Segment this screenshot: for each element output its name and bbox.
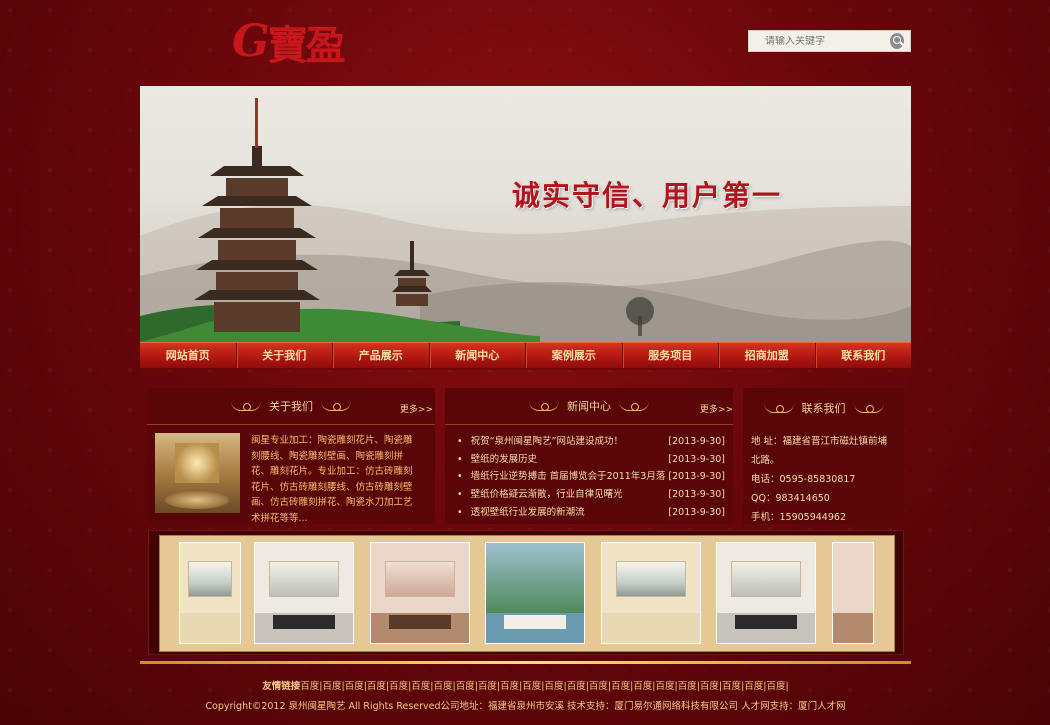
gallery-thumb[interactable] [370, 542, 470, 644]
news-item-date: [2013-9-30] [668, 489, 725, 501]
news-more-link[interactable]: 更多>> [700, 402, 733, 415]
news-item-date: [2013-9-30] [668, 436, 725, 447]
hero-banner: 诚实守信、用户第一 [140, 86, 911, 342]
footer-divider [140, 661, 911, 664]
gallery-thumb[interactable] [601, 542, 701, 644]
contact-header: 联系我们 [743, 388, 904, 428]
contact-info: 地 址：福建省晋江市磁灶镇前埔北路。 电话：0595-85830817 QQ：9… [743, 428, 904, 527]
flourish-icon [529, 401, 559, 411]
about-title: 关于我们 [269, 400, 313, 413]
news-item-title[interactable]: 壁纸价格疑云渐散，行业自律见曙光 [457, 486, 623, 504]
gallery-thumb[interactable] [716, 542, 816, 644]
gallery-thumb[interactable] [179, 542, 241, 644]
logo-letter: G [232, 16, 270, 67]
nav-about[interactable]: 关于我们 [237, 343, 333, 368]
gallery-thumb[interactable] [485, 542, 585, 644]
friend-links-list[interactable]: 百度|百度|百度|百度|百度|百度|百度|百度|百度|百度|百度|百度|百度|百… [300, 681, 788, 692]
friend-links-label: 友情链接 [262, 681, 301, 692]
about-text: 闽星专业加工：陶瓷雕刻花片、陶瓷雕刻腰线、陶瓷雕刻壁画、陶瓷雕刻拼花、雕刻花片。… [251, 435, 413, 524]
gallery-thumb[interactable] [832, 542, 874, 644]
divider [147, 424, 435, 425]
nav-home[interactable]: 网站首页 [140, 343, 237, 368]
flourish-icon [231, 401, 261, 411]
contact-mobile: 手机：15905944962 [751, 512, 846, 523]
news-item-date: [2013-9-30] [668, 453, 725, 465]
gallery-strip [159, 535, 895, 652]
news-item-title[interactable]: 壁纸的发展历史 [457, 451, 538, 469]
flourish-icon [853, 403, 884, 413]
contact-panel: 联系我们 地 址：福建省晋江市磁灶镇前埔北路。 电话：0595-85830817… [743, 388, 904, 524]
news-item-title[interactable]: 透视壁纸行业发展的新潮流 [457, 504, 585, 522]
product-gallery [148, 530, 904, 655]
nav-contact[interactable]: 联系我们 [816, 343, 912, 368]
nav-franchise[interactable]: 招商加盟 [719, 343, 816, 368]
nav-cases[interactable]: 案例展示 [526, 343, 623, 368]
flourish-icon [619, 401, 649, 411]
contact-qq: QQ：983414650 [751, 493, 830, 504]
about-image[interactable] [155, 433, 240, 513]
nav-services[interactable]: 服务项目 [623, 343, 719, 368]
news-item[interactable]: 壁纸的发展历史 [2013-9-30] [457, 451, 725, 469]
copyright: Copyright©2012 泉州闽星陶艺 All Rights Reserve… [205, 701, 846, 712]
news-list: 祝贺“泉州闽星陶艺”网站建设成功！ [2013-9-30] 壁纸的发展历史 [201… [445, 433, 733, 522]
gallery-thumb[interactable] [254, 542, 354, 644]
banner-scenery [140, 98, 911, 342]
news-panel: 新闻中心 更多>> 祝贺“泉州闽星陶艺”网站建设成功！ [2013-9-30] 壁… [445, 388, 733, 524]
nav-products[interactable]: 产品展示 [333, 343, 430, 368]
news-header: 新闻中心 更多>> [445, 388, 733, 424]
contact-title: 联系我们 [801, 402, 846, 415]
contact-address: 地 址：福建省晋江市磁灶镇前埔北路。 [751, 436, 888, 466]
about-panel: 关于我们 更多>> 闽星专业加工：陶瓷雕刻花片、陶瓷雕刻腰线、陶瓷雕刻壁画、陶瓷… [147, 388, 435, 524]
flourish-icon [763, 403, 794, 413]
divider [445, 424, 733, 425]
news-item-date: [2013-9-30] [668, 506, 725, 518]
flourish-icon [321, 401, 351, 411]
news-item-date: [2013-9-30] [668, 471, 725, 483]
news-title: 新闻中心 [567, 400, 611, 413]
news-item-title[interactable]: 祝贺“泉州闽星陶艺”网站建设成功！ [457, 433, 623, 451]
news-item[interactable]: 祝贺“泉州闽星陶艺”网站建设成功！ [2013-9-30] [457, 433, 725, 451]
news-item[interactable]: 透视壁纸行业发展的新潮流 [2013-9-30] [457, 504, 725, 522]
search-icon[interactable] [890, 33, 904, 49]
news-item[interactable]: 壁纸价格疑云渐散，行业自律见曙光 [2013-9-30] [457, 486, 725, 504]
search-box [748, 30, 911, 52]
main-nav: 网站首页 关于我们 产品展示 新闻中心 案例展示 服务项目 招商加盟 联系我们 [140, 342, 911, 370]
news-item[interactable]: 墙纸行业逆势搏击 首届博览会于2011年3月落[2013-9-30] [457, 468, 725, 486]
about-header: 关于我们 更多>> [147, 388, 435, 424]
friend-links: 友情链接百度|百度|百度|百度|百度|百度|百度|百度|百度|百度|百度|百度|… [140, 678, 911, 692]
search-input[interactable] [749, 35, 890, 47]
news-item-title[interactable]: 墙纸行业逆势搏击 首届博览会于2011年3月落 [457, 468, 666, 486]
logo-chinese: 寶盈 [267, 22, 346, 69]
contact-phone: 电话：0595-85830817 [751, 474, 856, 485]
site-logo[interactable]: G 寶盈 [232, 12, 364, 72]
nav-news[interactable]: 新闻中心 [430, 343, 526, 368]
banner-slogan: 诚实守信、用户第一 [512, 179, 783, 212]
about-more-link[interactable]: 更多>> [400, 402, 433, 415]
